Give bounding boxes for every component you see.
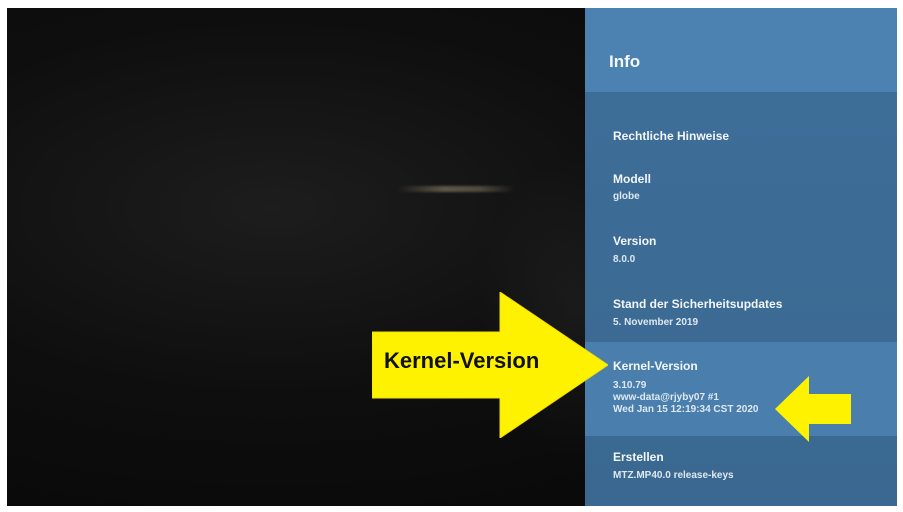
settings-item-version[interactable]: Version 8.0.0 bbox=[585, 224, 897, 288]
settings-item-value: globe bbox=[613, 191, 640, 202]
settings-item-label: Rechtliche Hinweise bbox=[613, 129, 730, 143]
settings-item-value: www-data@rjyby07 #1 bbox=[613, 392, 719, 403]
settings-item-label: Kernel-Version bbox=[613, 359, 698, 373]
settings-item-security-patch[interactable]: Stand der Sicherheitsupdates 5. November… bbox=[585, 288, 897, 348]
settings-item-value: 8.0.0 bbox=[613, 254, 636, 265]
settings-item-legal[interactable]: Rechtliche Hinweise bbox=[585, 92, 897, 160]
photo-frame: Info Rechtliche Hinweise Modell globe Ve… bbox=[0, 0, 903, 512]
settings-item-build[interactable]: Erstellen MTZ.MP40.0 release-keys bbox=[585, 436, 897, 506]
settings-item-model[interactable]: Modell globe bbox=[585, 160, 897, 224]
settings-item-label: Modell bbox=[613, 172, 651, 186]
small-arrow-left-icon bbox=[775, 376, 851, 442]
settings-item-value: MTZ.MP40.0 release-keys bbox=[613, 470, 734, 481]
settings-item-value: 3.10.79 bbox=[613, 380, 647, 391]
panel-title: Info bbox=[609, 52, 641, 71]
settings-item-value: Wed Jan 15 12:19:34 CST 2020 bbox=[613, 404, 759, 415]
panel-header: Info bbox=[585, 8, 897, 92]
annotation-label: Kernel-Version bbox=[384, 348, 540, 373]
settings-item-label: Stand der Sicherheitsupdates bbox=[613, 297, 783, 311]
settings-item-value: 5. November 2019 bbox=[613, 317, 699, 328]
settings-item-label: Erstellen bbox=[613, 450, 664, 464]
settings-item-label: Version bbox=[613, 234, 657, 248]
